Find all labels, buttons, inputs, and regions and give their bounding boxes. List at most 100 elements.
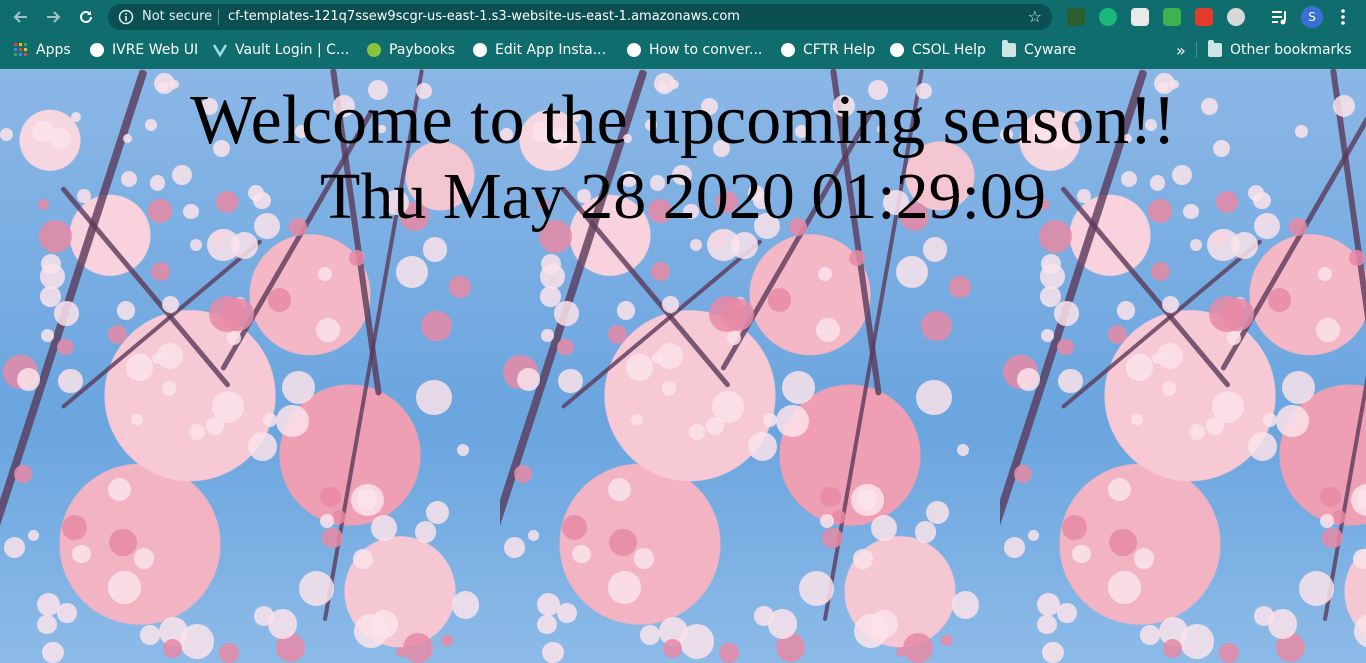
blossom-decoration (721, 297, 755, 331)
blossom-decoration (656, 343, 683, 370)
blossom-decoration (1057, 338, 1074, 356)
blossom-decoration (820, 514, 835, 529)
bookmark-apps[interactable]: Apps (14, 35, 71, 65)
blossom-decoration (371, 514, 398, 541)
bookmark-paybooks[interactable]: Paybooks (367, 35, 455, 65)
blossom-decoration (1061, 515, 1088, 541)
blossom-decoration (28, 530, 40, 541)
reload-icon (80, 10, 92, 23)
blossom-decoration (3, 536, 25, 558)
blossom-decoration (396, 255, 428, 288)
omnibox-divider (218, 9, 219, 25)
bookmark-folder-cyware[interactable]: Cyware (1002, 35, 1076, 65)
blossom-decoration (414, 521, 437, 543)
bookmark-vault[interactable]: Vault Login | C... (213, 35, 349, 65)
extension-icon[interactable] (1131, 8, 1149, 26)
extension-icon[interactable] (1195, 8, 1213, 26)
globe-icon (781, 43, 795, 57)
bookmark-label: Other bookmarks (1230, 42, 1352, 58)
info-icon[interactable] (118, 9, 134, 25)
blossom-decoration (133, 548, 155, 570)
grammarly-icon[interactable] (1099, 8, 1117, 26)
extension-icon[interactable] (1227, 8, 1245, 26)
media-controls-icon[interactable] (1271, 8, 1289, 26)
blossom-decoration (679, 624, 715, 659)
blossom-decoration (221, 297, 255, 331)
page-content: Welcome to the upcoming season!! Thu May… (0, 69, 1366, 663)
bookmark-label: Paybooks (389, 42, 456, 58)
blossom-decoration (1267, 288, 1292, 312)
more-vert-icon[interactable] (1336, 6, 1350, 28)
blossom-decoration (108, 325, 128, 345)
blossom-decoration (1054, 301, 1079, 326)
globe-icon (473, 43, 487, 57)
blossom-decoration (1161, 380, 1177, 396)
bookmark-label: CSOL Help (912, 42, 986, 58)
blossom-decoration (416, 380, 452, 416)
back-button[interactable] (10, 6, 32, 28)
bookmark-other-bookmarks[interactable]: Other bookmarks (1208, 35, 1352, 65)
bookmark-how-to[interactable]: How to conver... (627, 35, 762, 65)
bookmark-star-icon[interactable]: ☆ (1028, 8, 1042, 26)
reload-button[interactable] (75, 6, 97, 28)
blossom-decoration (56, 602, 78, 624)
blossom-decoration (1040, 285, 1062, 307)
bookmark-csol[interactable]: CSOL Help (890, 35, 986, 65)
blossom-decoration (1013, 465, 1032, 484)
blossom-decoration (1109, 529, 1137, 557)
bookmark-label: How to conver... (649, 42, 763, 58)
arrow-right-icon (47, 11, 61, 23)
extension-icon[interactable] (1067, 8, 1085, 26)
browser-toolbar: Not secure cf-templates-121q7ssew9scgr-u… (0, 0, 1366, 35)
bookmark-label: Apps (36, 42, 71, 58)
blossom-decoration (871, 514, 898, 541)
bookmark-ivre[interactable]: IVRE Web UI (90, 35, 198, 65)
blossom-decoration (561, 515, 588, 541)
blossom-decoration (189, 239, 202, 252)
blossom-decoration (61, 515, 88, 541)
blossom-decoration (1267, 609, 1298, 639)
address-bar[interactable]: Not secure cf-templates-121q7ssew9scgr-u… (108, 4, 1052, 30)
blossom-decoration (1040, 254, 1061, 275)
blossom-decoration (537, 615, 557, 635)
security-status[interactable]: Not secure (142, 9, 212, 25)
current-datetime: Thu May 28 2020 01:29:09 (320, 160, 1046, 233)
blossom-decoration (941, 635, 953, 647)
bookmark-label: Cyware (1024, 42, 1077, 58)
blossom-decoration (781, 370, 816, 405)
blossom-decoration (349, 249, 366, 266)
bookmark-cftr[interactable]: CFTR Help (781, 35, 875, 65)
globe-icon (627, 43, 641, 57)
folder-icon (1208, 40, 1222, 57)
blossom-decoration (558, 368, 583, 394)
profile-avatar[interactable]: S (1301, 6, 1323, 28)
bookmark-edit-app[interactable]: Edit App Insta... (473, 35, 606, 65)
blossom-decoration (163, 638, 183, 658)
blossom-decoration (421, 310, 452, 342)
bookmarks-divider (1196, 42, 1197, 58)
blossom-decoration (957, 444, 970, 457)
blossom-decoration (40, 285, 62, 307)
blossom-decoration (776, 404, 809, 438)
blossom-decoration (616, 301, 636, 321)
extension-icon[interactable] (1163, 8, 1181, 26)
bookmark-label: Edit App Insta... (495, 42, 607, 58)
blossom-decoration (131, 413, 143, 425)
blossom-decoration (188, 423, 206, 441)
blossom-decoration (16, 367, 40, 392)
page-headline: Welcome to the upcoming season!! (190, 82, 1176, 159)
blossom-decoration (150, 262, 170, 282)
blossom-decoration (1219, 643, 1240, 663)
blossom-decoration (557, 338, 574, 356)
bookmarks-overflow-button[interactable]: » (1176, 35, 1186, 65)
blossom-decoration (161, 380, 177, 396)
url-text[interactable]: cf-templates-121q7ssew9scgr-us-east-1.s3… (228, 9, 740, 25)
blossom-decoration (609, 529, 637, 557)
blossom-decoration (54, 301, 79, 326)
forward-button[interactable] (42, 6, 64, 28)
blossom-decoration (1072, 544, 1091, 564)
blossom-decoration (851, 483, 884, 516)
blossom-decoration (58, 368, 83, 394)
blossom-decoration (1156, 343, 1183, 370)
blossom-decoration (125, 354, 153, 381)
